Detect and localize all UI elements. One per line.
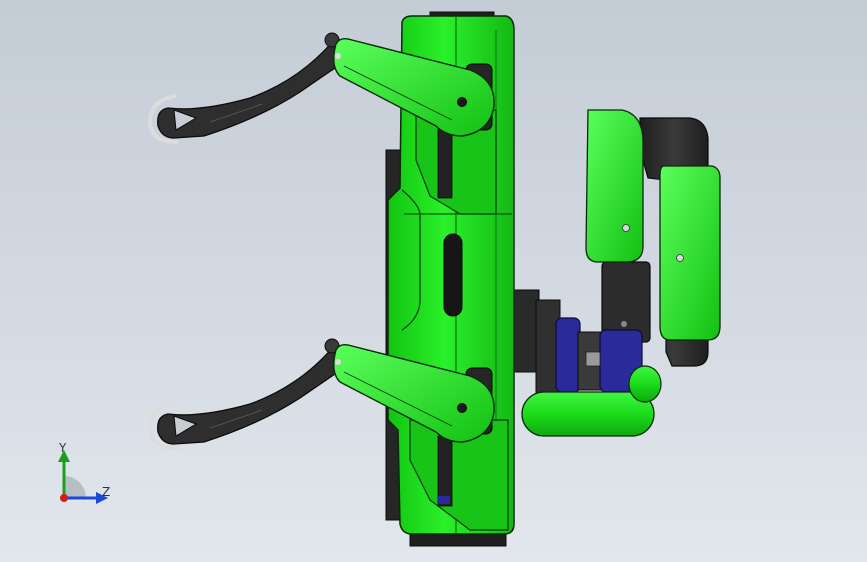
orientation-triad: Y Z <box>58 441 110 504</box>
origin-dot-icon <box>60 494 68 502</box>
z-axis-label: Z <box>102 485 110 499</box>
robot-model[interactable] <box>0 0 867 562</box>
triad-plane-icon <box>64 476 86 498</box>
y-axis-label: Y <box>58 441 67 455</box>
cad-viewport[interactable]: Y Z <box>0 0 867 562</box>
